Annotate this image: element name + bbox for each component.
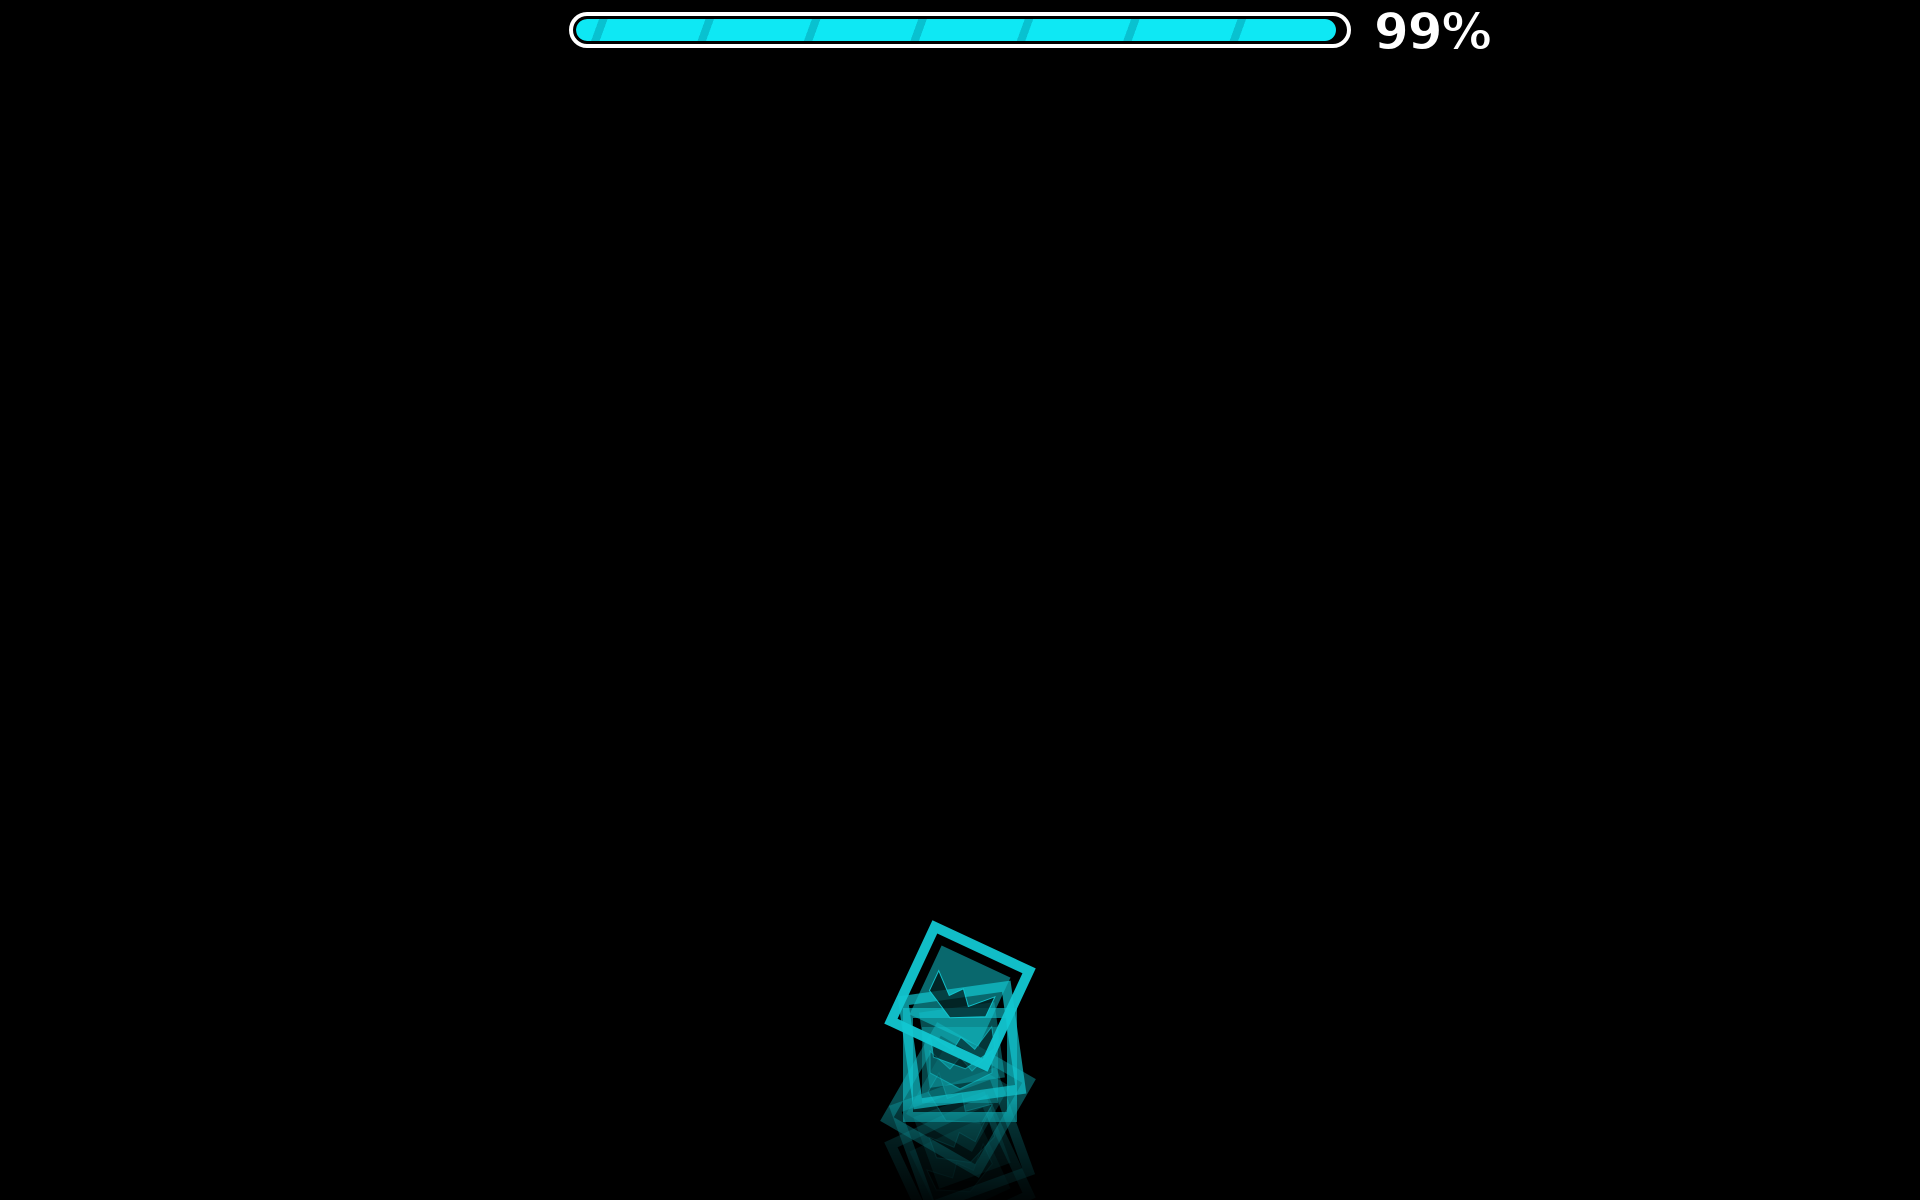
- cube-icon: [891, 927, 1029, 1065]
- cube-icon-ghost-4: [895, 1073, 1028, 1200]
- cube-icon-ghost-2: [908, 1013, 1012, 1117]
- game-stage[interactable]: 99%: [0, 0, 1920, 1200]
- progress-bar: [569, 12, 1351, 48]
- cube-icon-ghost-3: [887, 1029, 1029, 1171]
- cube-icon-ghost-5: [891, 1101, 1029, 1200]
- progress-track: [576, 19, 1344, 41]
- cube-icon-ghost-1: [903, 986, 1020, 1103]
- progress-percent: 99%: [1374, 3, 1493, 62]
- progress-fill: [576, 19, 1337, 41]
- player-trail: [860, 0, 1060, 1200]
